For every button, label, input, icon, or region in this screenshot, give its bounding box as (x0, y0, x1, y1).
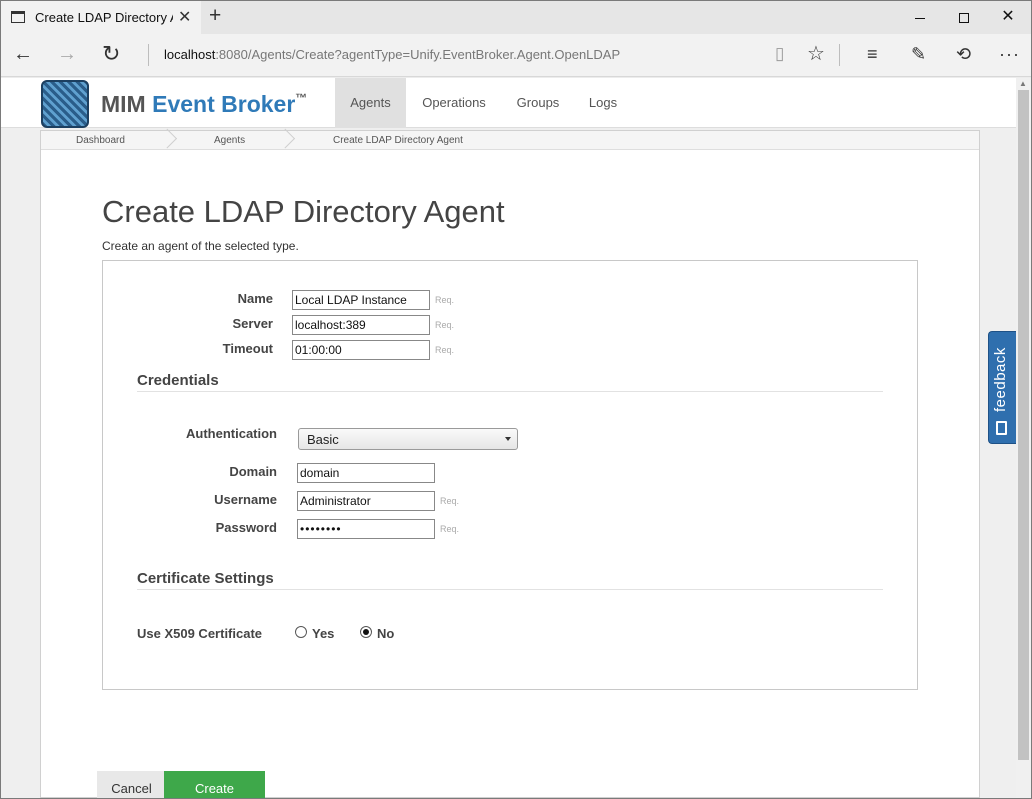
logo-cube-icon (41, 80, 89, 128)
page-viewport: MIM Event Broker™ Agents Operations Grou… (1, 78, 1016, 798)
browser-window: Create LDAP Directory Agent ✕ + ✕ ← → ↻ … (0, 0, 1032, 799)
feedback-icon (996, 421, 1007, 435)
page-title: Create LDAP Directory Agent (102, 194, 505, 229)
server-required: Req. (435, 320, 455, 330)
name-required: Req. (435, 295, 455, 305)
hub-icon[interactable]: ≡ (867, 42, 878, 66)
feedback-tab[interactable]: feedback (988, 331, 1016, 444)
breadcrumb-separator (281, 131, 293, 150)
tab-title: Create LDAP Directory Agent (35, 10, 173, 25)
domain-label: Domain (229, 464, 277, 479)
forward-arrow-icon[interactable]: → (57, 42, 77, 66)
x509-no-radio[interactable] (360, 626, 372, 638)
breadcrumb-separator (163, 131, 175, 150)
username-input[interactable]: Administrator (297, 491, 435, 511)
new-tab-icon[interactable]: + (209, 4, 221, 28)
authentication-select[interactable]: Basic (298, 428, 518, 450)
timeout-label: Timeout (222, 341, 273, 356)
domain-input[interactable]: domain (297, 463, 435, 483)
close-tab-icon[interactable]: ✕ (178, 7, 191, 27)
password-input[interactable]: •••••••• (297, 519, 435, 539)
address-bar: ← → ↻ localhost:8080/Agents/Create?agent… (1, 34, 1031, 77)
breadcrumb-dashboard[interactable]: Dashboard (76, 135, 125, 146)
browser-tab[interactable]: Create LDAP Directory Agent ✕ (1, 1, 201, 34)
breadcrumb-current: Create LDAP Directory Agent (333, 135, 463, 146)
vertical-scrollbar[interactable]: ▲ (1016, 78, 1031, 798)
cancel-button[interactable]: Cancel (97, 771, 166, 798)
tab-bar: Create LDAP Directory Agent ✕ + ✕ (1, 1, 1031, 34)
x509-yes-radio[interactable] (295, 626, 307, 638)
nav-logs[interactable]: Logs (581, 78, 625, 128)
server-label: Server (232, 316, 273, 331)
x509-label: Use X509 Certificate (137, 626, 263, 641)
logo-event-broker: Event Broker (152, 91, 296, 117)
logo-mim: MIM (101, 91, 153, 117)
scroll-up-icon[interactable]: ▲ (1019, 79, 1027, 88)
chevron-down-icon (505, 437, 511, 441)
username-required: Req. (440, 496, 460, 506)
app-logo[interactable]: MIM Event Broker™ (101, 91, 307, 118)
scrollbar-thumb[interactable] (1018, 90, 1029, 760)
password-label: Password (215, 520, 277, 535)
timeout-required: Req. (435, 345, 455, 355)
maximize-icon[interactable] (941, 1, 987, 33)
certificate-heading: Certificate Settings (137, 570, 883, 590)
nav-agents[interactable]: Agents (335, 78, 406, 128)
reading-view-icon[interactable]: ▯ (775, 42, 784, 66)
divider (148, 44, 149, 66)
minimize-icon[interactable] (897, 1, 943, 33)
page-subtitle: Create an agent of the selected type. (102, 239, 299, 253)
url-field[interactable]: localhost:8080/Agents/Create?agentType=U… (164, 47, 620, 62)
breadcrumb-agents[interactable]: Agents (214, 135, 245, 146)
share-icon[interactable]: ⟲ (956, 42, 971, 66)
name-label: Name (237, 291, 273, 306)
server-input[interactable]: localhost:389 (292, 315, 430, 335)
refresh-icon[interactable]: ↻ (102, 42, 120, 66)
username-label: Username (214, 492, 277, 507)
create-button[interactable]: Create (164, 771, 265, 798)
agent-form: Name Local LDAP Instance Req. Server loc… (102, 260, 918, 690)
feedback-label: feedback (992, 347, 1009, 412)
content-panel: Dashboard Agents Create LDAP Directory A… (40, 130, 980, 798)
back-arrow-icon[interactable]: ← (13, 42, 33, 66)
name-input[interactable]: Local LDAP Instance (292, 290, 430, 310)
authentication-label: Authentication (186, 426, 277, 441)
nav-operations[interactable]: Operations (413, 78, 495, 128)
url-host: localhost (164, 47, 216, 62)
timeout-input[interactable]: 01:00:00 (292, 340, 430, 360)
web-note-icon[interactable]: ✎ (911, 42, 926, 66)
app-header: MIM Event Broker™ Agents Operations Grou… (1, 78, 1016, 128)
logo-trademark: ™ (295, 91, 308, 105)
star-icon[interactable]: ☆ (807, 42, 825, 66)
credentials-heading: Credentials (137, 372, 883, 392)
close-window-icon[interactable]: ✕ (985, 1, 1031, 33)
x509-yes-label[interactable]: Yes (312, 626, 334, 641)
password-required: Req. (440, 524, 460, 534)
authentication-value: Basic (307, 432, 339, 447)
url-path: :8080/Agents/Create?agentType=Unify.Even… (215, 47, 621, 62)
divider (839, 44, 840, 66)
more-icon[interactable]: ··· (999, 42, 1020, 66)
nav-groups[interactable]: Groups (506, 78, 570, 128)
x509-no-label[interactable]: No (377, 626, 394, 641)
breadcrumb: Dashboard Agents Create LDAP Directory A… (41, 131, 979, 150)
page-icon (11, 11, 25, 23)
